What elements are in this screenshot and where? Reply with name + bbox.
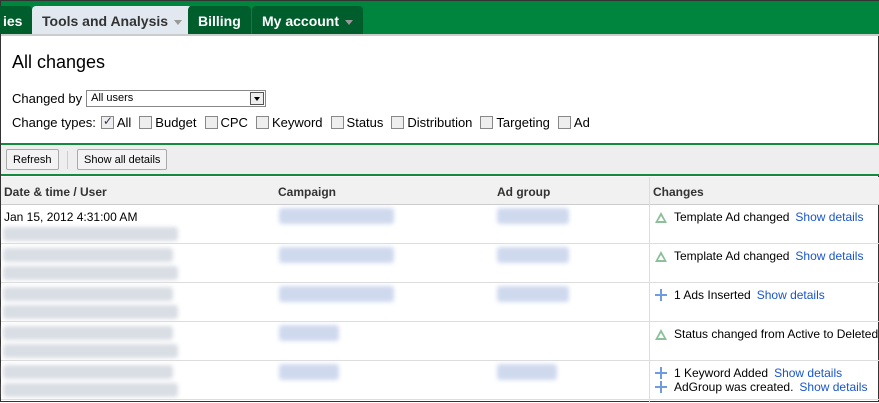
chevron-down-icon	[345, 19, 354, 25]
redacted-user	[3, 344, 178, 358]
changed-by-label: Changed by	[12, 91, 83, 106]
filter-panel: All changes Changed by All users Change …	[1, 34, 879, 143]
plus-icon	[655, 289, 667, 301]
tab-billing[interactable]: Billing	[188, 6, 251, 34]
triangle-icon	[655, 328, 667, 340]
change-item: Template Ad changed Show details	[655, 210, 863, 224]
redacted-user	[3, 305, 178, 319]
checkbox-distribution[interactable]	[391, 116, 405, 129]
checkbox-status[interactable]	[330, 116, 344, 129]
checkbox-label: Ad	[573, 115, 590, 130]
checkbox-keyword[interactable]	[255, 116, 269, 129]
column-divider	[649, 177, 650, 403]
redacted-link[interactable]	[497, 247, 569, 263]
checkbox-budget[interactable]	[139, 116, 153, 129]
change-item: 1 Keyword Added Show details	[655, 366, 842, 380]
redacted-link[interactable]	[497, 364, 557, 380]
tab-label: Tools and Analysis	[42, 13, 169, 29]
checkbox-ad[interactable]	[557, 116, 571, 129]
change-item: Template Ad changed Show details	[655, 249, 863, 263]
changed-by-select[interactable]: All users	[86, 90, 267, 107]
checkbox-label: Keyword	[271, 115, 323, 130]
show-all-details-button[interactable]: Show all details	[77, 149, 168, 170]
refresh-button[interactable]: Refresh	[6, 149, 59, 170]
page-title: All changes	[12, 52, 106, 72]
chevron-down-icon	[174, 19, 183, 25]
redacted-link[interactable]	[497, 208, 569, 224]
change-item: 1 Ads Inserted Show details	[655, 288, 825, 302]
plus-icon	[655, 381, 667, 393]
redacted-user	[3, 227, 178, 241]
divider	[1, 174, 879, 176]
show-details-link[interactable]: Show details	[795, 249, 863, 263]
change-text: Template Ad changed	[674, 249, 790, 263]
change-text: 1 Ads Inserted	[674, 288, 751, 302]
change-item: AdGroup was created. Show details	[655, 380, 867, 394]
dropdown-arrow-icon[interactable]	[250, 92, 265, 105]
change-text: Status changed from Active to Deleted	[674, 327, 879, 341]
redacted-user	[3, 248, 173, 262]
triangle-icon	[655, 250, 667, 262]
change-text: AdGroup was created.	[674, 380, 794, 394]
column-changes[interactable]: Changes	[653, 185, 704, 199]
tab-label: My account	[262, 13, 340, 29]
tab-label: ies	[3, 13, 23, 29]
tab-tools-and-analysis[interactable]: Tools and Analysis	[32, 6, 193, 34]
checkbox-label: All	[116, 115, 132, 130]
show-details-link[interactable]: Show details	[757, 288, 825, 302]
row-date: Jan 15, 2012 4:31:00 AM	[4, 210, 138, 224]
redacted-link[interactable]	[279, 286, 394, 302]
redacted-link[interactable]	[279, 364, 339, 380]
show-details-link[interactable]: Show details	[795, 210, 863, 224]
redacted-user	[3, 326, 173, 340]
redacted-link[interactable]	[279, 247, 394, 263]
redacted-link[interactable]	[497, 286, 569, 302]
redacted-link[interactable]	[279, 208, 394, 224]
redacted-user	[3, 266, 178, 280]
checkbox-label: Budget	[155, 115, 197, 130]
tab-campaigns[interactable]: ies	[0, 6, 33, 34]
checkbox-label: Distribution	[407, 115, 473, 130]
top-nav-tabs: ies Tools and Analysis Billing My accoun…	[0, 1, 879, 34]
redacted-user	[3, 287, 173, 301]
redacted-user	[3, 383, 178, 397]
table-header: Date & time / User Campaign Ad group Cha…	[1, 177, 879, 205]
change-item: Status changed from Active to Deleted	[655, 327, 878, 341]
change-text: 1 Keyword Added	[674, 366, 769, 380]
plus-icon	[655, 367, 667, 379]
column-date-user[interactable]: Date & time / User	[4, 185, 107, 199]
checkbox-all[interactable]	[100, 114, 114, 129]
column-ad-group[interactable]: Ad group	[497, 185, 550, 199]
checkbox-targeting[interactable]	[480, 116, 494, 129]
checkbox-cpc[interactable]	[204, 116, 218, 129]
column-campaign[interactable]: Campaign	[278, 185, 336, 199]
checkbox-label: Status	[346, 115, 384, 130]
triangle-icon	[655, 211, 667, 223]
toolbar-separator	[67, 151, 68, 169]
redacted-user	[3, 365, 173, 379]
redacted-link[interactable]	[279, 325, 339, 341]
show-details-link[interactable]: Show details	[774, 366, 842, 380]
select-value: All users	[91, 92, 134, 104]
checkbox-label: Targeting	[496, 115, 550, 130]
checkbox-label: CPC	[220, 115, 248, 130]
change-text: Template Ad changed	[674, 210, 790, 224]
show-details-link[interactable]: Show details	[799, 380, 867, 394]
change-types-label: Change types:	[12, 115, 96, 130]
tab-my-account[interactable]: My account	[252, 6, 364, 34]
toolbar: Refresh Show all details	[1, 145, 879, 174]
tab-label: Billing	[198, 13, 241, 29]
